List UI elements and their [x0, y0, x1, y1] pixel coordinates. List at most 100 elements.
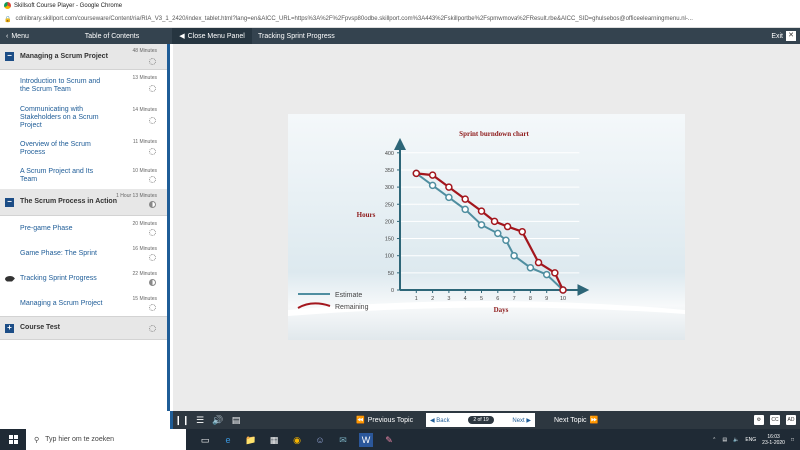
- topic-label[interactable]: Tracking Sprint Progress: [20, 275, 110, 283]
- data-point-estimate: [494, 229, 502, 238]
- data-point-remaining: [412, 169, 421, 178]
- url-text[interactable]: cdnlibrary.skillport.com/courseware/Cont…: [15, 16, 692, 22]
- clock[interactable]: 16:03 23-1-2020: [762, 434, 785, 446]
- gear-icon[interactable]: ⚙: [754, 415, 764, 425]
- volume-tray-icon[interactable]: 🔈: [733, 437, 739, 443]
- topic-label[interactable]: Communicating with Stakeholders on a Scr…: [20, 106, 110, 130]
- toc-label: Table of Contents: [84, 32, 140, 40]
- topic-duration: 16 Minutes: [132, 246, 157, 252]
- topic-label[interactable]: Introduction to Scrum and the Scrum Team: [20, 78, 110, 94]
- list-item[interactable]: Introduction to Scrum and the Scrum Team…: [0, 70, 167, 102]
- list-item[interactable]: A Scrum Project and Its Team 10 Minutes: [0, 163, 167, 189]
- lock-icon: 🔒: [4, 16, 12, 23]
- browser-titlebar: Skillsoft Course Player - Google Chrome: [0, 0, 800, 11]
- chart-grid: [400, 152, 580, 274]
- notifications-icon[interactable]: □: [791, 437, 794, 443]
- topic-label[interactable]: Managing a Scrum Project: [20, 300, 110, 308]
- topic-duration: 11 Minutes: [132, 139, 157, 145]
- windows-logo-icon: [8, 435, 18, 444]
- start-button[interactable]: [0, 435, 26, 444]
- page-navigator: ◀ Back 2 of 19 Next ▶: [426, 413, 535, 427]
- file-explorer-icon[interactable]: 📁: [244, 433, 258, 447]
- section-title: The Scrum Process in Action: [20, 198, 117, 205]
- progress-circle-icon: [149, 201, 156, 208]
- pause-icon[interactable]: ❙❙: [173, 415, 191, 426]
- search-placeholder: Typ hier om te zoeken: [45, 436, 115, 443]
- word-icon[interactable]: W: [359, 432, 373, 447]
- list-item[interactable]: Communicating with Stakeholders on a Scr…: [0, 102, 167, 134]
- previous-topic-button[interactable]: ⏪ Previous Topic: [356, 416, 413, 425]
- content-area: 0 50 100 150 200 250 300 350 400 1 2 3 4 5 6 7 8 9 10 Spri…: [173, 44, 800, 411]
- x-tick-label: 7: [513, 296, 516, 302]
- topic-duration: 15 Minutes: [132, 296, 157, 302]
- x-tick-label: 1: [415, 296, 418, 302]
- back-button[interactable]: ◀ Back: [430, 417, 450, 424]
- network-icon[interactable]: ▤: [722, 437, 727, 443]
- exit-button[interactable]: Exit ✕: [771, 31, 800, 41]
- x-tick-label: 8: [529, 296, 532, 302]
- x-tick-label: 3: [447, 296, 450, 302]
- collapse-icon[interactable]: −: [5, 52, 14, 61]
- menu-label: Menu: [11, 32, 29, 40]
- rewind-icon: ⏪: [356, 417, 365, 424]
- data-point-remaining: [490, 217, 499, 226]
- edge-icon[interactable]: e: [221, 433, 235, 447]
- menu-button[interactable]: ‹ Menu: [0, 33, 52, 40]
- paint-icon[interactable]: ✎: [382, 433, 396, 447]
- list-item[interactable]: Overview of the Scrum Process 11 Minutes: [0, 134, 167, 163]
- close-menu-panel-button[interactable]: ◀ Close Menu Panel: [172, 28, 252, 44]
- task-view-icon[interactable]: ▭: [198, 433, 212, 447]
- list-item[interactable]: Game Phase: The Sprint 16 Minutes: [0, 241, 167, 266]
- topic-label[interactable]: Game Phase: The Sprint: [20, 250, 110, 258]
- taskbar-search[interactable]: ⚲ Typ hier om te zoeken: [26, 429, 186, 450]
- topic-label[interactable]: A Scrum Project and Its Team: [20, 168, 110, 184]
- language-indicator[interactable]: ENG: [745, 437, 756, 443]
- list-item[interactable]: Pre-game Phase 20 Minutes: [0, 216, 167, 241]
- section-scrum-process-in-action[interactable]: − The Scrum Process in Action 1 Hour 13 …: [0, 189, 167, 216]
- topic-label[interactable]: Pre-game Phase: [20, 225, 110, 233]
- closed-captions-icon[interactable]: CC: [770, 415, 780, 425]
- x-tick-label: 9: [545, 296, 548, 302]
- chevron-up-icon[interactable]: ⌃: [712, 437, 716, 443]
- page-title: Tracking Sprint Progress: [258, 32, 335, 40]
- chrome-app-icon[interactable]: ◉: [290, 433, 304, 447]
- chart-axes: [394, 137, 590, 296]
- x-tick-label: 2: [431, 296, 434, 302]
- y-axis-label: Hours: [357, 211, 376, 219]
- next-topic-button[interactable]: Next Topic ⏩: [554, 416, 598, 425]
- section-title: Managing a Scrum Project: [20, 52, 108, 60]
- volume-icon[interactable]: 🔊: [209, 415, 227, 426]
- transcript-icon[interactable]: ▤: [227, 415, 245, 426]
- y-tick-label: 200: [385, 219, 394, 225]
- audio-description-icon[interactable]: AD: [786, 415, 796, 425]
- list-icon[interactable]: ☰: [191, 415, 209, 426]
- list-item[interactable]: Managing a Scrum Project 15 Minutes: [0, 291, 167, 316]
- data-point-remaining: [461, 195, 469, 203]
- exit-label: Exit: [771, 32, 783, 40]
- list-item-current[interactable]: Tracking Sprint Progress 22 Minutes: [0, 266, 167, 291]
- topic-label[interactable]: Overview of the Scrum Process: [20, 141, 110, 157]
- people-icon[interactable]: ☺: [313, 433, 327, 447]
- next-topic-label: Next Topic: [554, 416, 587, 424]
- section-managing-scrum-project[interactable]: − Managing a Scrum Project 48 Minutes: [0, 44, 167, 70]
- calculator-icon[interactable]: ▦: [267, 433, 281, 447]
- chart-series: [412, 169, 567, 294]
- y-tick-label: 250: [385, 202, 394, 208]
- data-point-estimate: [502, 236, 510, 245]
- collapse-icon[interactable]: −: [5, 197, 14, 207]
- y-tick-label: 50: [388, 271, 394, 277]
- next-button[interactable]: Next ▶: [512, 417, 531, 424]
- y-tick-label: 0: [391, 288, 394, 294]
- y-tick-label: 300: [385, 185, 394, 191]
- section-course-test[interactable]: + Course Test: [0, 316, 167, 340]
- close-icon: ✕: [786, 31, 796, 41]
- progress-circle-icon: [149, 148, 156, 155]
- expand-icon[interactable]: +: [5, 323, 14, 333]
- topic-duration: 13 Minutes: [132, 75, 157, 81]
- address-bar[interactable]: 🔒 cdnlibrary.skillport.com/courseware/Co…: [0, 11, 800, 28]
- chevron-left-icon: ‹: [6, 32, 9, 40]
- section-duration: 48 Minutes: [132, 48, 157, 54]
- data-point-remaining: [551, 269, 559, 277]
- current-topic-pointer-icon: [5, 275, 15, 282]
- mail-icon[interactable]: ✉: [336, 433, 350, 447]
